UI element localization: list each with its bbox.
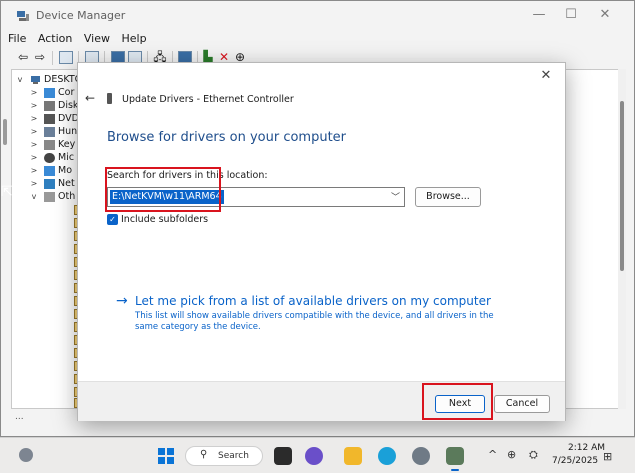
taskbar-search-box[interactable]: ⚲ Search [185,446,263,466]
maximize-button[interactable]: ☐ [556,6,586,24]
network-tray-icon[interactable]: ⛭ [529,448,538,462]
browse-button[interactable]: Browse... [415,187,481,207]
forward-arrow-icon[interactable]: ⇨ [33,51,47,64]
menu-action[interactable]: Action [38,30,72,48]
cancel-button[interactable]: Cancel [494,395,550,413]
include-subfolders-checkbox[interactable]: ✓ [107,214,118,225]
keyboard-icon [44,140,55,150]
pick-from-list-link[interactable]: Let me pick from a list of available dri… [135,294,491,308]
widgets-icon[interactable] [19,448,33,462]
other-devices-icon [44,192,55,202]
start-button[interactable] [158,448,174,464]
taskbar: ⚲ Search ^ ⊕ ⛭ 2:12 AM 7/25/2025 ⊞ [0,437,635,473]
mouse-cursor-icon: ⇱ [1,184,13,200]
minimize-button[interactable]: — [524,6,554,24]
side-scroll-indicator [3,119,7,145]
clock-time[interactable]: 2:12 AM [568,443,605,453]
search-icon: ⚲ [200,449,208,460]
menu-bar: File Action View Help [1,30,634,48]
network-icon [44,179,55,189]
ethernet-device-icon [107,93,112,104]
title-bar[interactable]: Device Manager — ☐ ✕ [1,1,634,29]
disk-icon [44,101,55,111]
hid-icon [44,127,55,137]
mouse-icon [44,153,55,163]
dialog-close-button[interactable]: ✕ [539,69,553,83]
monitor-category-icon [44,166,55,176]
window-title: Device Manager [36,9,126,22]
back-arrow-icon[interactable]: ⇦ [16,51,30,64]
computer-category-icon [44,88,55,98]
chat-icon[interactable] [305,447,323,465]
update-drivers-dialog: ✕ ← Update Drivers - Ethernet Controller… [77,62,566,421]
scrollbar-thumb[interactable] [620,101,624,271]
properties-icon[interactable] [59,51,73,64]
dialog-title: Update Drivers - Ethernet Controller [122,94,294,105]
device-manager-icon [17,11,29,21]
include-subfolders-label[interactable]: Include subfolders [121,214,208,225]
file-explorer-icon[interactable] [344,447,362,465]
chevron-down-icon[interactable]: ﹀ [391,190,400,203]
menu-view[interactable]: View [84,30,110,48]
settings-gear-icon[interactable] [412,447,430,465]
back-arrow-button[interactable]: ← [85,91,95,105]
menu-help[interactable]: Help [121,30,146,48]
chevron-up-icon[interactable]: ^ [488,448,497,461]
dvd-icon [44,114,55,124]
clock-date[interactable]: 7/25/2025 [552,456,598,466]
edge-icon[interactable] [378,447,396,465]
close-window-button[interactable]: ✕ [590,6,620,24]
vertical-scrollbar[interactable] [618,69,626,409]
computer-icon [31,76,40,84]
dialog-heading: Browse for drivers on your computer [107,130,347,145]
menu-file[interactable]: File [8,30,26,48]
highlight-box-path [105,167,221,212]
pick-from-list-description: This list will show available drivers co… [135,311,494,332]
notification-icon[interactable]: ⊞ [603,450,612,463]
task-view-icon[interactable] [274,447,292,465]
device-manager-taskbar-icon[interactable] [446,447,464,471]
language-globe-icon[interactable]: ⊕ [507,448,516,461]
highlight-box-next [422,383,493,420]
arrow-right-icon[interactable]: → [116,293,128,309]
